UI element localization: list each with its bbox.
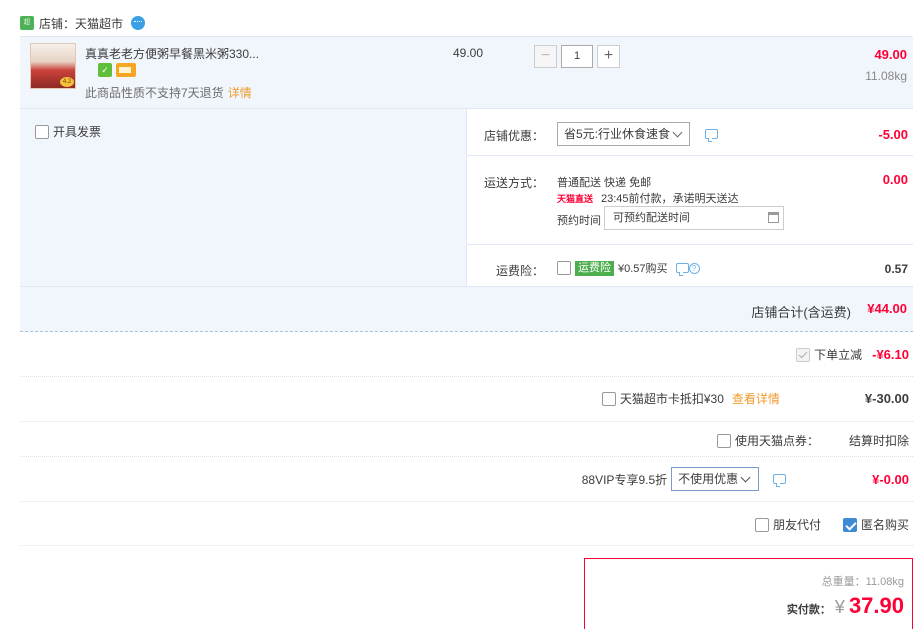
instant-discount-amount: -¥6.10 — [872, 347, 909, 362]
supermarket-card-amount: ¥-30.00 — [864, 391, 909, 406]
instant-discount-label: 下单立减 — [814, 348, 863, 362]
quantity-increase-button[interactable]: + — [597, 45, 620, 68]
vip-discount-amount: ¥-0.00 — [872, 471, 909, 487]
vip-discount-select[interactable]: 不使用优惠 — [671, 467, 760, 491]
supermarket-card-row: 天猫超市卡抵扣¥30 查看详情 ¥-30.00 — [20, 377, 913, 422]
shipping-insurance-tag: 运费险 — [575, 260, 614, 276]
instant-discount-row: 下单立减 -¥6.10 — [20, 332, 913, 377]
payment-options-row: 朋友代付 匿名购买 — [20, 502, 913, 546]
item-subtotal: 49.00 — [874, 47, 907, 62]
vip-discount-label: 88VIP专享9.5折 — [581, 472, 668, 487]
shipping-insurance-label: 运费险： — [495, 264, 544, 278]
anonymous-purchase-label: 匿名购买 — [860, 518, 909, 532]
return-policy-detail-link[interactable]: 详情 — [228, 86, 252, 100]
appointment-label: 预约时间 — [557, 215, 601, 227]
message-icon[interactable] — [675, 263, 689, 276]
quantity-stepper: − 1 + — [534, 45, 620, 68]
shipping-method: 普通配送 快递 免邮 — [557, 177, 652, 189]
product-title[interactable]: 真真老老方便粥早餐黑米粥330... — [85, 45, 259, 62]
invoice-label: 开具发票 — [53, 125, 102, 139]
quantity-decrease-button[interactable]: − — [534, 45, 557, 68]
product-badges: ✓ — [98, 63, 136, 77]
shop-header: 超 店铺：天猫超市 — [20, 12, 146, 34]
shop-total-label: 店铺合计(含运费) — [751, 305, 851, 320]
shipping-insurance-option: 运费险 ¥0.57购买 ? — [557, 260, 700, 276]
instant-discount-checkbox — [796, 347, 811, 362]
friend-pay-label: 朋友代付 — [772, 518, 821, 532]
quantity-input[interactable]: 1 — [561, 45, 593, 68]
shipping-insurance-row: 运费险： 运费险 ¥0.57购买 ? 0.57 — [467, 245, 913, 287]
total-weight: 总重量：11.08kg — [821, 576, 904, 588]
help-icon[interactable]: ? — [688, 262, 700, 274]
tmall-points-label: 使用天猫点券： — [734, 434, 819, 448]
calendar-icon[interactable] — [768, 212, 779, 223]
product-thumbnail[interactable] — [30, 43, 76, 89]
shipping-amount: 0.00 — [882, 172, 908, 187]
appointment-time-input[interactable]: 可预约配送时间 — [604, 206, 784, 230]
shipping-insurance-price: ¥0.57购买 — [618, 263, 668, 275]
service-badge-icon: ✓ — [98, 63, 112, 77]
appointment-placeholder: 可预约配送时间 — [613, 212, 690, 224]
shop-total-row: 店铺合计(含运费) ¥44.00 — [20, 286, 913, 332]
tmall-points-checkbox[interactable] — [716, 433, 731, 448]
tmall-points-note: 结算时扣除 — [848, 434, 909, 448]
shipping-promise-text: 23:45前付款，承诺明天送达 — [601, 193, 739, 205]
shipping-insurance-amount: 0.57 — [884, 262, 908, 276]
message-icon[interactable] — [705, 129, 718, 142]
vip-discount-row: 88VIP专享9.5折 不使用优惠 ¥-0.00 — [20, 457, 913, 502]
final-payment-line: 实付款： ¥ 37.90 — [787, 593, 904, 619]
friend-pay-checkbox[interactable] — [754, 517, 769, 532]
supermarket-card-label: 天猫超市卡抵扣¥30 — [619, 392, 724, 406]
shipping-promise: 天猫直送 23:45前付款，承诺明天送达 — [557, 190, 739, 206]
shop-discount-select[interactable]: 省5元:行业休食速食 — [557, 122, 690, 146]
final-payment-amount: 37.90 — [848, 593, 904, 618]
tmall-shop-icon: 超 — [20, 16, 34, 30]
tmall-direct-logo: 天猫直送 — [557, 194, 594, 204]
shop-discount-row: 店铺优惠： 省5元:行业休食速食 -5.00 — [467, 109, 913, 156]
invoice-option[interactable]: 开具发票 — [35, 123, 101, 140]
shop-options-panel: 店铺优惠： 省5元:行业休食速食 -5.00 运送方式： 普通配送 快递 免邮 … — [466, 108, 913, 286]
final-payment-label: 实付款： — [786, 604, 831, 616]
message-icon[interactable] — [773, 474, 787, 487]
item-weight: 11.08kg — [865, 69, 907, 83]
invoice-panel: 开具发票 — [20, 108, 466, 286]
anonymous-purchase-checkbox[interactable] — [842, 517, 857, 532]
final-payment-box: 总重量：11.08kg 实付款： ¥ 37.90 — [584, 558, 913, 629]
return-policy-note: 此商品性质不支持7天退货 详情 — [85, 84, 252, 101]
shop-total-value: ¥44.00 — [867, 301, 907, 316]
invoice-checkbox[interactable] — [35, 124, 49, 139]
shipping-row: 运送方式： 普通配送 快递 免邮 天猫直送 23:45前付款，承诺明天送达 预约时… — [467, 156, 913, 245]
supermarket-card-checkbox[interactable] — [601, 391, 616, 406]
shipping-insurance-checkbox[interactable] — [557, 261, 571, 275]
shop-discount-amount: -5.00 — [878, 127, 908, 142]
tmall-points-row: 使用天猫点券： 结算时扣除 — [20, 422, 913, 457]
return-policy-text: 此商品性质不支持7天退货 — [85, 86, 224, 100]
shop-name[interactable]: 店铺：天猫超市 — [39, 15, 123, 32]
card-payment-icon — [116, 63, 136, 77]
shipping-label: 运送方式： — [483, 176, 544, 190]
card-detail-link[interactable]: 查看详情 — [732, 390, 780, 407]
currency-symbol: ¥ — [834, 597, 845, 617]
shop-discount-label: 店铺优惠： — [483, 129, 544, 143]
unit-price: 49.00 — [453, 46, 484, 60]
wangwang-chat-icon[interactable] — [131, 16, 146, 30]
order-item-row: 真真老老方便粥早餐黑米粥330... ✓ 此商品性质不支持7天退货详情 49.0… — [20, 36, 913, 108]
